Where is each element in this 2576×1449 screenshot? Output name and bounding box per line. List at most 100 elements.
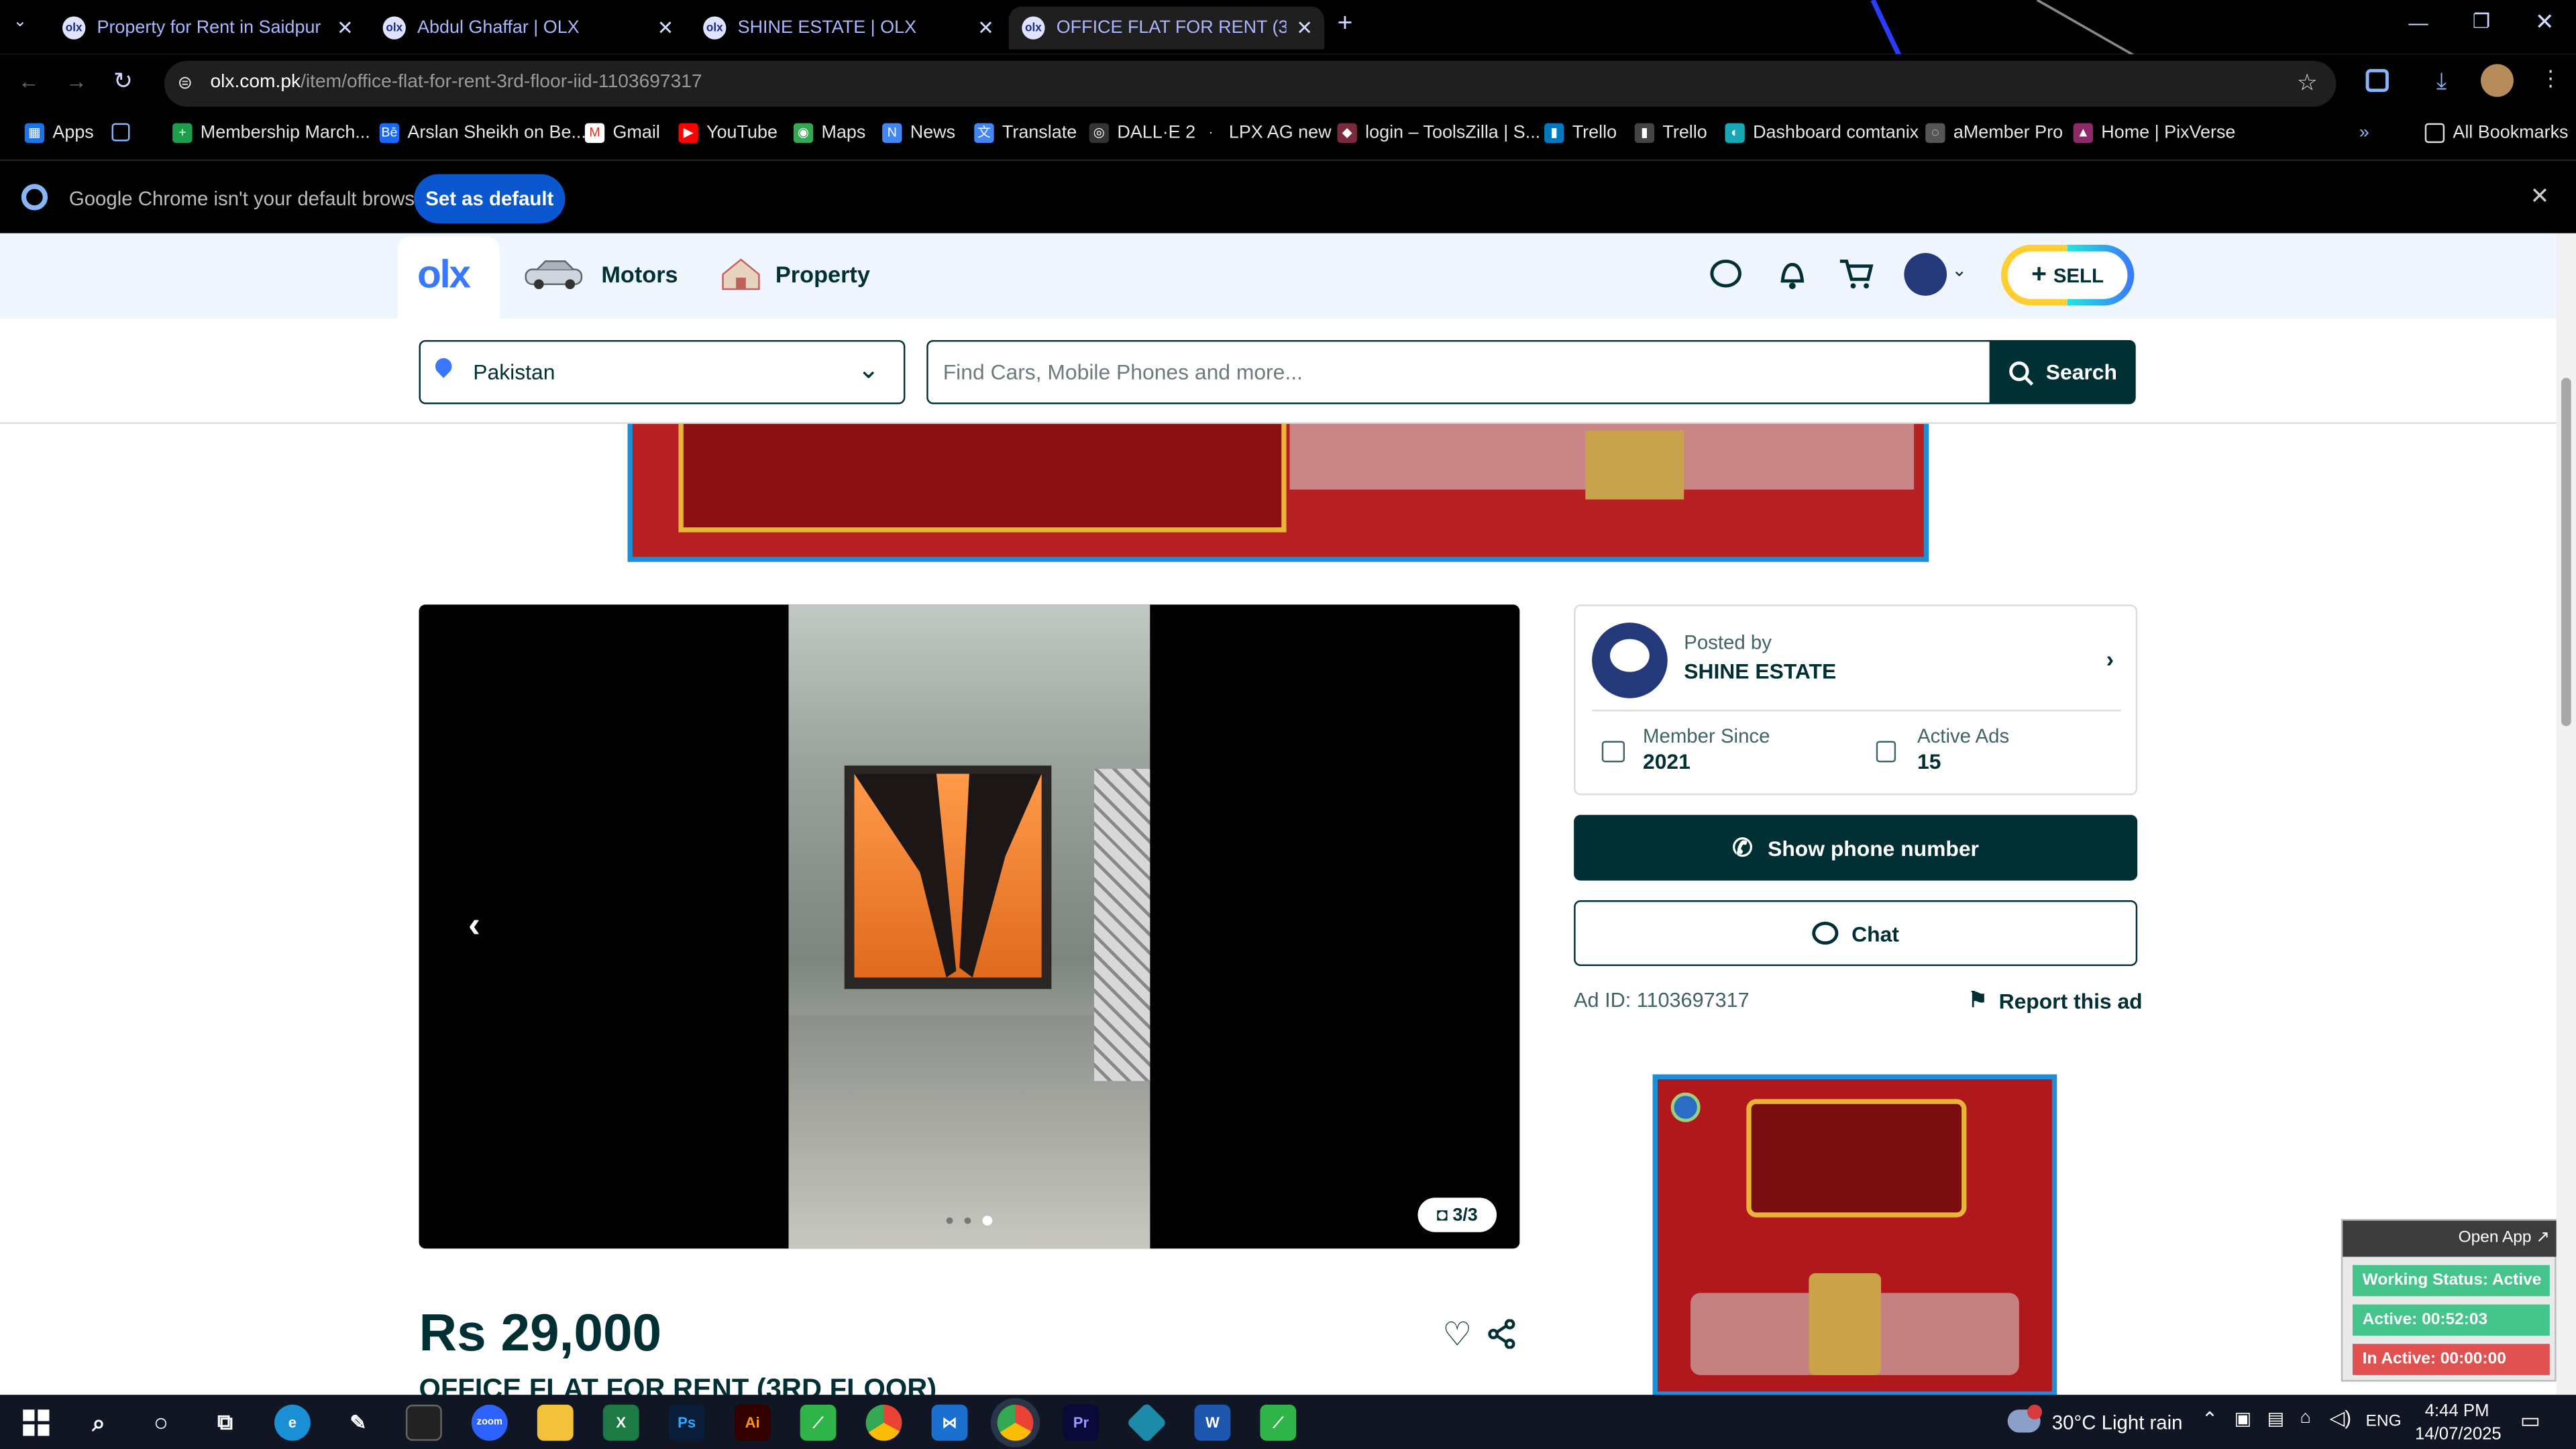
clock-date[interactable]: 14/07/2025 bbox=[2415, 1424, 2502, 1444]
chrome-icon[interactable] bbox=[865, 1404, 902, 1441]
file-explorer-icon[interactable] bbox=[537, 1404, 574, 1441]
restore-icon[interactable]: ❐ bbox=[2473, 10, 2490, 33]
nav-property[interactable]: Property bbox=[720, 256, 870, 292]
download-icon[interactable]: ⤓ bbox=[2436, 67, 2447, 95]
close-tab-icon[interactable]: ✕ bbox=[337, 16, 354, 39]
close-infobar-icon[interactable]: ✕ bbox=[2530, 182, 2549, 211]
weather-text[interactable]: 30°C Light rain bbox=[2052, 1411, 2183, 1434]
back-icon[interactable]: ← bbox=[18, 69, 40, 94]
site-info-icon[interactable]: ⊜ bbox=[177, 72, 193, 93]
favorite-heart-icon[interactable]: ♡ bbox=[1442, 1314, 1472, 1355]
top-ad-banner[interactable] bbox=[627, 423, 1929, 562]
nav-motors[interactable]: Motors bbox=[523, 256, 678, 292]
network-icon[interactable]: ⌂ bbox=[2300, 1408, 2311, 1428]
scrollbar-thumb[interactable] bbox=[2561, 378, 2571, 727]
premiere-icon[interactable]: Pr bbox=[1063, 1404, 1099, 1441]
bookmark-item[interactable]: ◎ DALL·E 2 bbox=[1089, 123, 1195, 144]
green-app-icon[interactable]: ⟋ bbox=[1260, 1404, 1297, 1441]
windows-start-icon[interactable] bbox=[18, 1405, 54, 1441]
chevron-up-icon[interactable]: ⌃ bbox=[2202, 1408, 2218, 1431]
bookmark-item[interactable]: + Membership March... bbox=[172, 123, 370, 144]
image-gallery[interactable]: ‹ ◘ 3/3 bbox=[419, 604, 1520, 1249]
app-diamond-icon[interactable] bbox=[1126, 1402, 1167, 1444]
bookmark-item[interactable]: Bē Arslan Sheikh on Be... bbox=[379, 123, 586, 144]
seller-name[interactable]: SHINE ESTATE bbox=[1684, 659, 1836, 684]
illustrator-icon[interactable]: Ai bbox=[734, 1404, 771, 1441]
bookmark-item[interactable]: ▮ Trello bbox=[1544, 123, 1617, 144]
cart-icon[interactable] bbox=[1837, 256, 1876, 292]
bookmark-item[interactable]: M Gmail bbox=[584, 123, 660, 144]
bookmark-item[interactable]: ◌ aMember Pro bbox=[1925, 123, 2063, 144]
excel-icon[interactable]: X bbox=[602, 1404, 639, 1441]
close-window-icon[interactable]: ✕ bbox=[2535, 8, 2555, 36]
open-app-link[interactable]: Open App ↗ bbox=[2343, 1220, 2559, 1257]
bookmark-item[interactable]: N News bbox=[882, 123, 955, 144]
bookmark-item[interactable]: ▮ Trello bbox=[1634, 123, 1707, 144]
zoom-icon[interactable]: zoom bbox=[471, 1404, 508, 1441]
gallery-dot[interactable] bbox=[964, 1217, 971, 1224]
bookmark-item[interactable]: ▲ Home | PixVerse bbox=[2073, 123, 2235, 144]
all-bookmarks[interactable]: All Bookmarks bbox=[2424, 123, 2569, 144]
extensions-icon[interactable] bbox=[2365, 68, 2389, 93]
profile-avatar[interactable] bbox=[2480, 64, 2514, 97]
search-input[interactable]: Find Cars, Mobile Phones and more... bbox=[926, 339, 1992, 405]
show-phone-button[interactable]: ✆ Show phone number bbox=[1574, 814, 2138, 881]
vscode-icon[interactable]: ⋈ bbox=[931, 1404, 968, 1441]
bookmark-apps[interactable]: ▦ Apps bbox=[24, 123, 94, 144]
tab-search-icon[interactable]: ⌄ bbox=[13, 13, 40, 40]
set-default-button[interactable]: Set as default bbox=[414, 174, 566, 224]
chat-button[interactable]: Chat bbox=[1574, 900, 2138, 967]
new-tab-icon[interactable]: + bbox=[1337, 10, 1363, 43]
close-tab-icon[interactable]: ✕ bbox=[657, 16, 674, 39]
bookmark-item[interactable]: ◉ Maps bbox=[793, 123, 865, 144]
menu-icon[interactable]: ⋮ bbox=[2540, 66, 2561, 92]
forward-icon[interactable]: → bbox=[66, 69, 87, 94]
close-tab-icon[interactable]: ✕ bbox=[977, 16, 994, 39]
gallery-dot[interactable] bbox=[946, 1217, 953, 1224]
reload-icon[interactable]: ↻ bbox=[113, 67, 133, 95]
browser-tab[interactable]: olx Abdul Ghaffar | OLX ✕ bbox=[370, 7, 685, 50]
share-icon[interactable] bbox=[1487, 1319, 1516, 1349]
chevron-right-icon[interactable]: › bbox=[2106, 645, 2114, 672]
close-tab-icon[interactable]: ✕ bbox=[1296, 16, 1313, 39]
browser-tab-active[interactable]: olx OFFICE FLAT FOR RENT (3RD FL ✕ bbox=[1008, 6, 1324, 50]
logo-tab[interactable]: olx bbox=[397, 236, 500, 319]
notification-bell-icon[interactable] bbox=[1776, 258, 1809, 290]
browser-tab[interactable]: olx Property for Rent in Saidpur Ro ✕ bbox=[49, 7, 364, 50]
bookmark-item[interactable]: ▶ YouTube bbox=[678, 123, 777, 144]
capture-icon[interactable]: ▤ bbox=[2267, 1408, 2284, 1429]
terminal-icon[interactable] bbox=[405, 1404, 442, 1441]
seller-card[interactable]: Posted by SHINE ESTATE › Member Since 20… bbox=[1574, 604, 2138, 796]
bookmark-star-icon[interactable]: ☆ bbox=[2297, 69, 2318, 97]
pen-icon[interactable]: ✎ bbox=[340, 1405, 376, 1441]
chrome-active-icon[interactable] bbox=[997, 1404, 1034, 1441]
word-icon[interactable]: W bbox=[1194, 1404, 1231, 1441]
clock-time[interactable]: 4:44 PM bbox=[2425, 1401, 2489, 1421]
location-select[interactable]: Pakistan ⌄ bbox=[419, 339, 906, 405]
grid-icon[interactable] bbox=[111, 123, 138, 142]
search-button[interactable]: Search bbox=[1989, 339, 2136, 405]
report-ad-link[interactable]: ⚑ Report this ad bbox=[1968, 987, 2143, 1014]
photoshop-icon[interactable]: Ps bbox=[668, 1404, 705, 1441]
url-bar[interactable]: ⊜ olx.com.pk/item/office-flat-for-rent-3… bbox=[164, 60, 2337, 107]
minimize-icon[interactable]: — bbox=[2408, 11, 2428, 34]
more-bookmarks-icon[interactable]: » bbox=[2359, 123, 2369, 143]
bookmark-item[interactable]: · LPX AG new bbox=[1201, 123, 1332, 144]
notifications-icon[interactable]: ▭ bbox=[2520, 1408, 2540, 1434]
edge-icon[interactable]: e bbox=[274, 1404, 311, 1441]
volume-icon[interactable]: ◁) bbox=[2330, 1406, 2351, 1429]
chevron-down-icon[interactable]: ⌄ bbox=[1951, 260, 1967, 280]
previous-image-icon[interactable]: ‹ bbox=[468, 904, 480, 947]
cortana-icon[interactable]: ○ bbox=[143, 1405, 179, 1441]
task-view-icon[interactable]: ⧉ bbox=[207, 1405, 244, 1441]
bookmark-item[interactable]: ◐ Dashboard comtanix bbox=[1725, 123, 1919, 144]
sell-button[interactable]: + SELL bbox=[2000, 244, 2135, 306]
browser-tab[interactable]: olx SHINE ESTATE | OLX ✕ bbox=[690, 7, 1006, 50]
search-icon[interactable]: ⌕ bbox=[80, 1405, 117, 1441]
gallery-dot-active[interactable] bbox=[982, 1216, 993, 1226]
chat-icon[interactable] bbox=[1710, 259, 1741, 288]
language-indicator[interactable]: ENG bbox=[2366, 1413, 2402, 1431]
bookmark-item[interactable]: ◆ login – ToolsZilla | S... bbox=[1337, 123, 1540, 144]
meet-now-icon[interactable]: ▣ bbox=[2235, 1408, 2251, 1429]
side-ad-banner[interactable] bbox=[1652, 1074, 2057, 1397]
